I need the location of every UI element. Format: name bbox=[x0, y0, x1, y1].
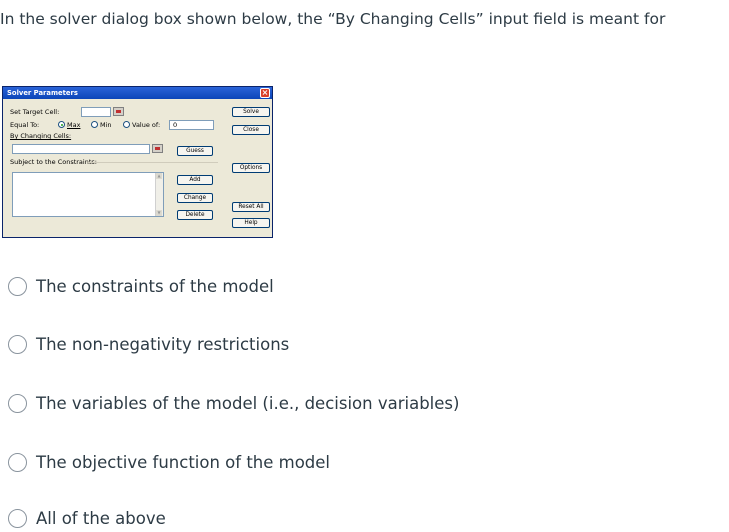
option-label[interactable]: The variables of the model (i.e., decisi… bbox=[36, 394, 459, 414]
by-changing-input bbox=[12, 144, 150, 154]
option-label[interactable]: The non-negativity restrictions bbox=[36, 335, 289, 355]
radio-button[interactable] bbox=[8, 335, 27, 354]
scroll-up-icon: ▲ bbox=[156, 173, 162, 179]
scroll-down-icon: ▼ bbox=[156, 210, 162, 216]
radio-value-of bbox=[123, 121, 130, 128]
help-button: Help bbox=[232, 218, 270, 228]
equal-to-label: Equal To: bbox=[10, 121, 40, 129]
radio-max bbox=[58, 121, 65, 128]
radio-button[interactable] bbox=[8, 453, 27, 472]
subject-to-label: Subject to the Constraints: bbox=[10, 158, 97, 166]
dialog-title: Solver Parameters bbox=[7, 89, 78, 97]
group-divider bbox=[88, 162, 218, 163]
guess-button: Guess bbox=[177, 146, 213, 156]
solver-dialog-image: Solver Parameters × Set Target Cell: Equ… bbox=[2, 86, 273, 238]
set-target-input bbox=[81, 107, 111, 117]
ref-select-icon bbox=[113, 107, 124, 116]
radio-value-of-label: Value of: bbox=[132, 121, 161, 129]
solve-button: Solve bbox=[232, 107, 270, 117]
question-text: In the solver dialog box shown below, th… bbox=[0, 10, 666, 28]
option-label[interactable]: The constraints of the model bbox=[36, 277, 274, 297]
option-label[interactable]: All of the above bbox=[36, 509, 166, 529]
radio-max-label: Max bbox=[67, 121, 81, 129]
constraints-listbox: ▲ ▼ bbox=[12, 172, 164, 217]
delete-button: Delete bbox=[177, 210, 213, 220]
options-button: Options bbox=[232, 163, 270, 173]
option-label[interactable]: The objective function of the model bbox=[36, 453, 330, 473]
value-of-input: 0 bbox=[169, 120, 214, 130]
close-button: Close bbox=[232, 125, 270, 135]
change-button: Change bbox=[177, 193, 213, 203]
reset-all-button: Reset All bbox=[232, 202, 270, 212]
radio-button[interactable] bbox=[8, 277, 27, 296]
set-target-label: Set Target Cell: bbox=[10, 108, 60, 116]
radio-button[interactable] bbox=[8, 394, 27, 413]
dialog-titlebar: Solver Parameters × bbox=[3, 87, 272, 99]
add-button: Add bbox=[177, 175, 213, 185]
radio-min bbox=[91, 121, 98, 128]
ref-select-icon bbox=[152, 144, 163, 153]
listbox-scrollbar: ▲ ▼ bbox=[155, 173, 163, 216]
close-icon: × bbox=[260, 88, 270, 98]
radio-button[interactable] bbox=[8, 509, 27, 528]
by-changing-label: By Changing Cells: bbox=[10, 132, 72, 140]
radio-min-label: Min bbox=[100, 121, 112, 129]
